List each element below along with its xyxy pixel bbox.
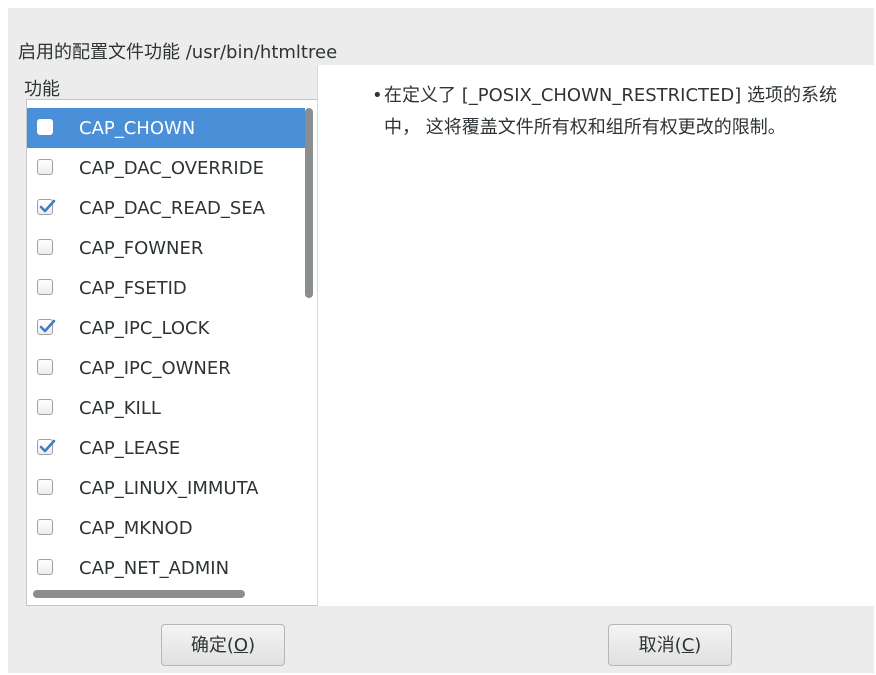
ok-button-suffix: ) xyxy=(248,635,256,656)
capability-row[interactable]: CAP_FOWNER xyxy=(27,228,305,268)
checkbox[interactable] xyxy=(37,559,53,575)
dialog-title: 启用的配置文件功能 /usr/bin/htmltree xyxy=(18,42,338,63)
checked-checkbox[interactable] xyxy=(37,319,56,335)
capability-label: CAP_FOWNER xyxy=(79,238,204,259)
capability-row[interactable]: CAP_CHOWN xyxy=(27,108,305,148)
capabilities-list-frame: CAP_CHOWN CAP_DAC_OVERRIDE CAP_DAC_READ_SE… xyxy=(26,99,318,606)
capability-row[interactable]: CAP_LEASE xyxy=(27,428,305,468)
checkbox[interactable] xyxy=(37,479,53,495)
capability-row[interactable]: CAP_LINUX_IMMUTA xyxy=(27,468,305,508)
description-pane: • 在定义了 [_POSIX_CHOWN_RESTRICTED] 选项的系统中，… xyxy=(317,65,875,606)
capability-row[interactable]: CAP_IPC_LOCK xyxy=(27,308,305,348)
capabilities-list-label: 功能 xyxy=(24,79,60,100)
checkbox[interactable] xyxy=(37,119,53,135)
vertical-scrollbar[interactable] xyxy=(305,108,313,298)
cancel-button-label: 取消( xyxy=(638,635,682,656)
checked-checkbox[interactable] xyxy=(37,439,56,455)
capability-row[interactable]: CAP_DAC_READ_SEA xyxy=(27,188,305,228)
ok-button-mnemonic: O xyxy=(233,635,249,656)
capability-label: CAP_LINUX_IMMUTA xyxy=(79,478,259,499)
capability-label: CAP_FSETID xyxy=(79,278,187,299)
capability-row[interactable]: CAP_MKNOD xyxy=(27,508,305,548)
cancel-button[interactable]: 取消(C) xyxy=(608,624,732,666)
capabilities-dialog: 启用的配置文件功能 /usr/bin/htmltree 功能 CAP_CHOWN… xyxy=(8,8,875,673)
description-text: 在定义了 [_POSIX_CHOWN_RESTRICTED] 选项的系统中， 这… xyxy=(384,85,838,138)
checkbox[interactable] xyxy=(37,519,53,535)
capability-label: CAP_MKNOD xyxy=(79,518,193,539)
checked-checkbox[interactable] xyxy=(37,199,56,215)
capability-row[interactable]: CAP_FSETID xyxy=(27,268,305,308)
ok-button-label: 确定( xyxy=(190,635,234,656)
horizontal-scrollbar[interactable] xyxy=(33,590,245,598)
checkbox[interactable] xyxy=(37,399,53,415)
capability-label: CAP_KILL xyxy=(79,398,161,419)
checkmark-icon xyxy=(39,319,56,333)
bullet-icon: • xyxy=(372,85,383,106)
checkbox[interactable] xyxy=(37,279,53,295)
capability-row[interactable]: CAP_KILL xyxy=(27,388,305,428)
capability-label: CAP_DAC_READ_SEA xyxy=(79,198,266,219)
capability-row[interactable]: CAP_DAC_OVERRIDE xyxy=(27,148,305,188)
capability-label: CAP_LEASE xyxy=(79,438,181,459)
capability-label: CAP_DAC_OVERRIDE xyxy=(79,158,264,179)
capability-label: CAP_IPC_OWNER xyxy=(79,358,231,379)
capability-row[interactable]: CAP_IPC_OWNER xyxy=(27,348,305,388)
ok-button[interactable]: 确定(O) xyxy=(161,624,285,666)
cancel-button-mnemonic: C xyxy=(681,635,695,656)
capability-label: CAP_NET_ADMIN xyxy=(79,558,230,579)
checkbox[interactable] xyxy=(37,159,53,175)
capability-label: CAP_IPC_LOCK xyxy=(79,318,210,339)
checkmark-icon xyxy=(39,439,56,453)
capability-row[interactable]: CAP_NET_ADMIN xyxy=(27,548,305,588)
checkmark-icon xyxy=(39,199,56,213)
cancel-button-suffix: ) xyxy=(694,635,702,656)
checkbox[interactable] xyxy=(37,359,53,375)
capability-label: CAP_CHOWN xyxy=(79,118,196,139)
capabilities-list: CAP_CHOWN CAP_DAC_OVERRIDE CAP_DAC_READ_SE… xyxy=(27,100,305,588)
checkbox[interactable] xyxy=(37,239,53,255)
